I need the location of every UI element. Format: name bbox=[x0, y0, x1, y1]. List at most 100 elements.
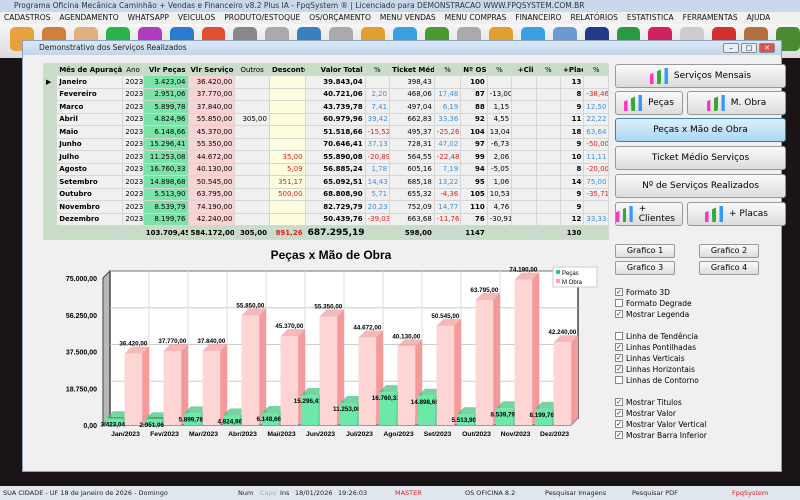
close-button[interactable]: ✕ bbox=[759, 43, 775, 53]
menu-item[interactable]: MENU VENDAS bbox=[380, 12, 436, 24]
table-row[interactable]: Setembro 2023 14.898,68 50.545,00 351,17 65.0… bbox=[42, 175, 609, 189]
data-label: 63.795,00 bbox=[470, 287, 499, 294]
table-cell: 18 bbox=[560, 125, 585, 139]
ticket-medio-button[interactable]: Ticket Médio Serviços bbox=[615, 146, 786, 170]
search-images-link[interactable]: Pesquisar Imagens bbox=[545, 486, 606, 500]
column-header[interactable]: +Cli bbox=[511, 63, 537, 76]
table-cell: 10 bbox=[560, 150, 585, 164]
table-row[interactable]: Abril 2023 4.824,96 55.850,00 305,00 60.979,9… bbox=[42, 112, 609, 126]
column-header[interactable]: Desconto bbox=[268, 63, 306, 76]
option-checkbox[interactable]: ✓ Mostrar Titulos bbox=[615, 397, 682, 407]
table-cell bbox=[583, 225, 609, 240]
menu-item[interactable]: FERRAMENTAS bbox=[683, 12, 738, 24]
table-cell: 17,48 bbox=[433, 87, 462, 101]
checkbox-icon[interactable] bbox=[615, 332, 623, 340]
column-header[interactable]: % bbox=[433, 63, 462, 76]
checkbox-icon[interactable]: ✓ bbox=[615, 409, 623, 417]
checkbox-icon[interactable]: ✓ bbox=[615, 310, 623, 318]
grafico-2-button[interactable]: Grafico 2 bbox=[699, 244, 759, 258]
option-checkbox[interactable]: ✓ Mostrar Legenda bbox=[615, 309, 689, 319]
column-header[interactable]: Ano bbox=[122, 63, 144, 76]
option-checkbox[interactable]: ✓ Mostrar Valor Vertical bbox=[615, 419, 706, 429]
menu-item[interactable]: MENU COMPRAS bbox=[445, 12, 507, 24]
column-header[interactable]: Valor Total bbox=[304, 63, 366, 76]
column-header[interactable]: Outros bbox=[234, 63, 270, 76]
search-pdf-link[interactable]: Pesquisar PDF bbox=[632, 486, 678, 500]
column-header[interactable]: +Placa bbox=[560, 63, 585, 76]
option-checkbox[interactable]: ✓ Mostrar Barra Inferior bbox=[615, 430, 707, 440]
menu-item[interactable]: CADASTROS bbox=[4, 12, 50, 24]
option-checkbox[interactable]: ✓ Mostrar Valor bbox=[615, 408, 676, 418]
checkbox-icon[interactable] bbox=[615, 299, 623, 307]
placas-button[interactable]: + Placas bbox=[687, 202, 786, 226]
table-cell: Agosto bbox=[56, 162, 124, 176]
grafico-1-button[interactable]: Grafico 1 bbox=[615, 244, 675, 258]
totals-row[interactable]: 103.709,45 584.172,00 305,00 891,26 687.295,… bbox=[42, 225, 609, 240]
table-cell: 9 bbox=[560, 187, 585, 201]
servicos-mensais-button[interactable]: Serviços Mensais bbox=[615, 64, 786, 88]
table-cell: 14,43 bbox=[364, 175, 391, 189]
table-cell bbox=[234, 125, 270, 139]
table-row[interactable]: Agosto 2023 16.760,33 40.130,00 5,09 56.885,2… bbox=[42, 162, 609, 176]
checkbox-icon[interactable]: ✓ bbox=[615, 431, 623, 439]
menu-item[interactable]: PRODUTO/ESTOQUE bbox=[224, 12, 300, 24]
menu-item[interactable]: AJUDA bbox=[747, 12, 771, 24]
clientes-button[interactable]: + Clientes bbox=[615, 202, 683, 226]
grafico-3-button[interactable]: Grafico 3 bbox=[615, 261, 675, 275]
option-checkbox[interactable]: ✓ Linhas Verticais bbox=[615, 353, 685, 363]
pecas-button[interactable]: Peças bbox=[615, 91, 683, 115]
grafico-4-button[interactable]: Grafico 4 bbox=[699, 261, 759, 275]
menu-item[interactable]: RELATÓRIOS bbox=[570, 12, 617, 24]
column-header[interactable]: Ticket Médio bbox=[389, 63, 435, 76]
table-cell bbox=[535, 150, 562, 164]
menu-item[interactable]: OS/ORÇAMENTO bbox=[309, 12, 371, 24]
checkbox-icon[interactable]: ✓ bbox=[615, 343, 623, 351]
checkbox-icon[interactable]: ✓ bbox=[615, 398, 623, 406]
column-header[interactable]: Mês de Apuração bbox=[56, 63, 124, 76]
option-checkbox[interactable]: ✓ Linhas Pontilhadas bbox=[615, 342, 696, 352]
column-header[interactable]: % bbox=[486, 63, 513, 76]
table-cell: 16.760,33 bbox=[142, 162, 189, 176]
table-cell: -5,05 bbox=[486, 162, 513, 176]
checkbox-icon[interactable]: ✓ bbox=[615, 365, 623, 373]
option-checkbox[interactable]: ✓ Formato 3D bbox=[615, 287, 670, 297]
table-row[interactable]: Junho 2023 15.296,41 55.350,00 70.646,41 37,1… bbox=[42, 137, 609, 151]
table-row[interactable]: Dezembro 2023 8.199,76 42.240,00 50.439,76 -3… bbox=[42, 212, 609, 226]
mao-obra-button[interactable]: M. Obra bbox=[687, 91, 786, 115]
checkbox-icon[interactable] bbox=[615, 376, 623, 384]
table-cell bbox=[56, 225, 124, 240]
menu-item[interactable]: FINANCEIRO bbox=[515, 12, 561, 24]
checkbox-icon[interactable]: ✓ bbox=[615, 288, 623, 296]
menu-item[interactable]: WHATSAPP bbox=[128, 12, 169, 24]
maximize-button[interactable]: □ bbox=[741, 43, 757, 53]
column-header[interactable]: Vlr Peças bbox=[142, 63, 189, 76]
table-row[interactable]: Fevereiro 2023 2.951,06 37.770,00 40.721,06 2… bbox=[42, 87, 609, 101]
table-row[interactable]: Outubro 2023 5.513,90 63.795,00 500,00 68.808… bbox=[42, 187, 609, 201]
menu-item[interactable]: ESTATISTICA bbox=[627, 12, 674, 24]
column-header[interactable]: Vlr Serviço bbox=[187, 63, 236, 76]
column-header[interactable]: % bbox=[535, 63, 562, 76]
column-header[interactable]: Nº OS bbox=[460, 63, 488, 76]
checkbox-icon[interactable]: ✓ bbox=[615, 354, 623, 362]
checkbox-icon[interactable]: ✓ bbox=[615, 420, 623, 428]
option-checkbox[interactable]: Formato Degrade bbox=[615, 298, 692, 308]
table-row[interactable]: ▶ Janeiro 2023 3.423,04 36.420,00 39.843,04 39… bbox=[42, 75, 609, 89]
option-checkbox[interactable]: Linhas de Contorno bbox=[615, 375, 699, 385]
table-row[interactable]: Julho 2023 11.253,08 44.672,00 35,00 55.890,0… bbox=[42, 150, 609, 164]
pecas-x-mao-obra-button[interactable]: Peças x Mão de Obra bbox=[615, 118, 786, 142]
table-cell: 12 bbox=[560, 212, 585, 226]
option-checkbox[interactable]: ✓ Linhas Horizontais bbox=[615, 364, 695, 374]
column-header[interactable]: % bbox=[364, 63, 391, 76]
column-header[interactable]: % bbox=[583, 63, 609, 76]
menu-item[interactable]: VEICULOS bbox=[178, 12, 215, 24]
table-cell: -4,36 bbox=[433, 187, 462, 201]
table-cell: 40.130,00 bbox=[187, 162, 236, 176]
option-checkbox[interactable]: Linha de Tendência bbox=[615, 331, 698, 341]
table-row[interactable]: Maio 2023 6.148,66 45.370,00 51.518,66 -15,52… bbox=[42, 125, 609, 139]
menu-item[interactable]: AGENDAMENTO bbox=[59, 12, 118, 24]
table-cell: 88 bbox=[460, 100, 488, 114]
table-row[interactable]: Marco 2023 5.899,78 37.840,00 43.739,78 7,41 4… bbox=[42, 100, 609, 114]
minimize-button[interactable]: – bbox=[723, 43, 739, 53]
num-servicos-button[interactable]: Nº de Serviços Realizados bbox=[615, 174, 786, 198]
table-row[interactable]: Novembro 2023 8.539,79 74.190,00 82.729,79 20… bbox=[42, 200, 609, 214]
